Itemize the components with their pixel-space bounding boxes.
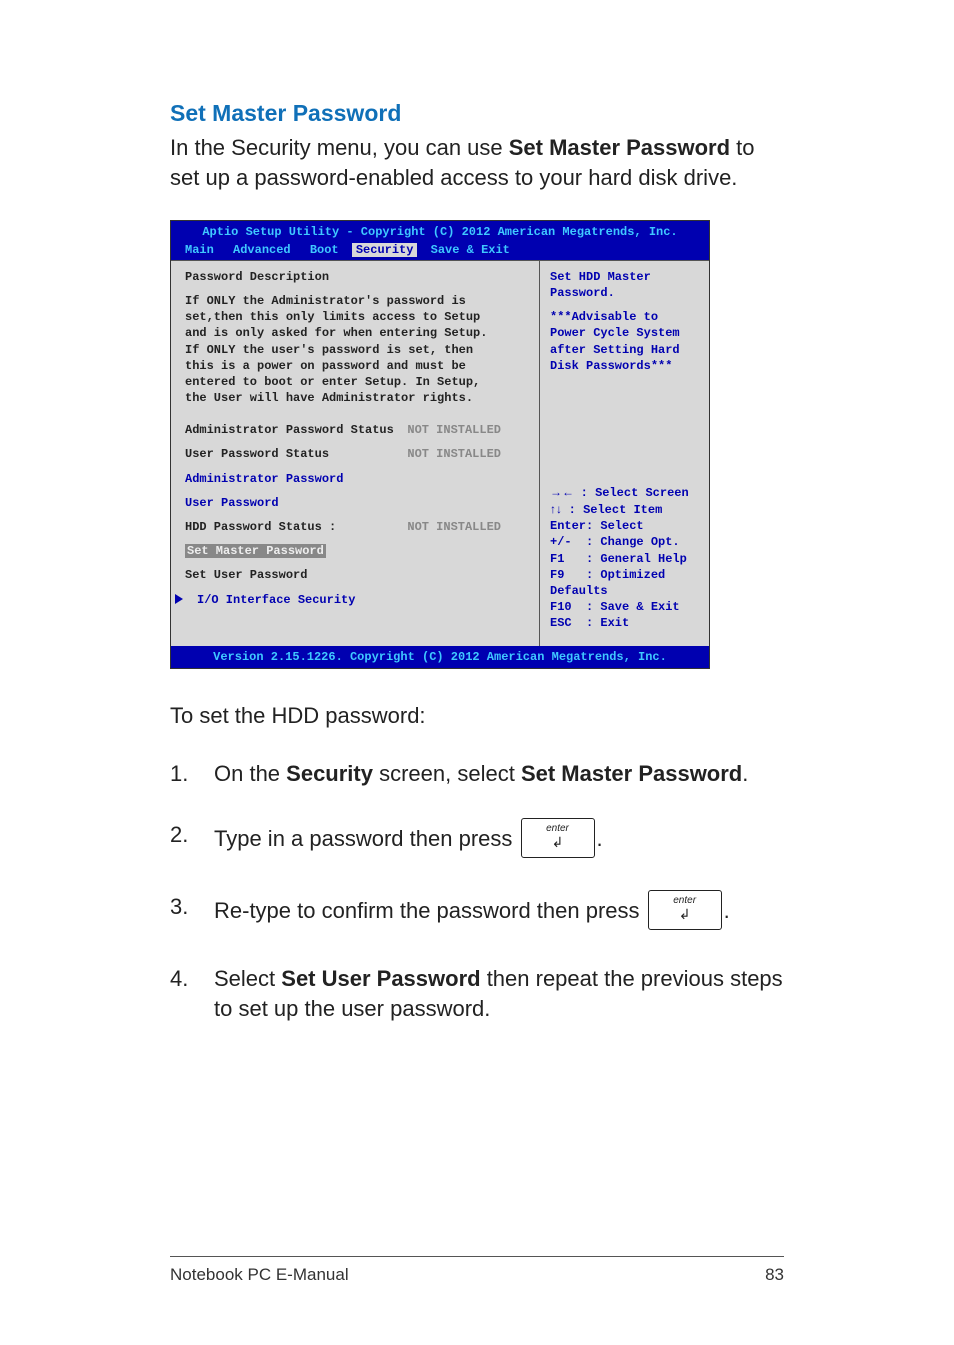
bios-hdd-pwd-status: HDD Password Status : NOT INSTALLED <box>185 519 529 535</box>
intro-paragraph: In the Security menu, you can use Set Ma… <box>170 133 784 192</box>
bios-desc-line: entered to boot or enter Setup. In Setup… <box>185 374 529 390</box>
text: Re-type to confirm the password then pre… <box>214 898 646 923</box>
enter-key-icon: enter ↲ <box>648 890 722 930</box>
text-bold: Set Master Password <box>521 761 742 786</box>
label: Administrator Password Status <box>185 422 394 438</box>
bios-desc-line: If ONLY the Administrator's password is <box>185 293 529 309</box>
bios-help-line: Set HDD Master <box>550 269 701 285</box>
text: On the <box>214 761 286 786</box>
bios-help-line: after Setting Hard <box>550 342 701 358</box>
section-heading: Set Master Password <box>170 100 784 127</box>
bios-tab-save-exit: Save & Exit <box>425 243 516 257</box>
bios-title: Aptio Setup Utility - Copyright (C) 2012… <box>171 221 709 241</box>
enter-key-icon: enter ↲ <box>521 818 595 858</box>
bios-user-pwd-status: User Password Status NOT INSTALLED <box>185 446 529 462</box>
bios-desc-line: this is a power on password and must be <box>185 358 529 374</box>
bios-tab-boot: Boot <box>304 243 345 257</box>
step-number: 4. <box>170 964 214 994</box>
return-arrow-icon: ↲ <box>552 833 564 852</box>
step-number: 1. <box>170 759 214 789</box>
bios-admin-pwd-status: Administrator Password Status NOT INSTAL… <box>185 422 529 438</box>
bios-tabs: Main Advanced Boot Security Save & Exit <box>171 242 709 260</box>
selected-item: Set Master Password <box>185 544 326 558</box>
step-3: 3. Re-type to confirm the password then … <box>170 892 784 932</box>
bios-pwd-desc-head: Password Description <box>185 269 529 285</box>
bios-set-master-pwd: Set Master Password <box>185 543 529 559</box>
triangle-icon <box>175 594 183 604</box>
bios-key-line: +/- : Change Opt. <box>550 534 701 550</box>
text-bold: Security <box>286 761 373 786</box>
io-label: I/O Interface Security <box>197 593 355 607</box>
text: screen, select <box>373 761 521 786</box>
text: Select <box>214 966 281 991</box>
key-desc: : Select Item <box>569 503 663 517</box>
intro-pre: In the Security menu, you can use <box>170 135 509 160</box>
bios-key-line: Enter: Select <box>550 518 701 534</box>
bios-io-security: I/O Interface Security <box>185 592 529 608</box>
bios-help-line: Password. <box>550 285 701 301</box>
page-number: 83 <box>765 1265 784 1285</box>
bios-user-pwd: User Password <box>185 495 529 511</box>
step-number: 3. <box>170 892 214 922</box>
key-desc: : Select Screen <box>581 486 689 500</box>
arrow-icon: →← <box>550 485 581 499</box>
bios-left-pane: Password Description If ONLY the Adminis… <box>171 261 539 646</box>
bios-key-line: ESC : Exit <box>550 615 701 631</box>
bios-screenshot: Aptio Setup Utility - Copyright (C) 2012… <box>170 220 710 668</box>
value: NOT INSTALLED <box>407 422 501 438</box>
bios-key-line: F1 : General Help <box>550 551 701 567</box>
bios-tab-security: Security <box>352 243 418 257</box>
text: . <box>724 898 730 923</box>
text: Type in a password then press <box>214 826 519 851</box>
bios-desc-line: and is only asked for when entering Setu… <box>185 325 529 341</box>
bios-tab-main: Main <box>179 243 220 257</box>
bios-key-line: F9 : Optimized <box>550 567 701 583</box>
step-2: 2. Type in a password then press enter ↲… <box>170 820 784 860</box>
bios-key-line: F10 : Save & Exit <box>550 599 701 615</box>
label: HDD Password Status : <box>185 519 336 535</box>
return-arrow-icon: ↲ <box>679 905 691 924</box>
bios-key-line: →← : Select Screen <box>550 484 701 501</box>
arrow-icon: ↑↓ <box>550 502 569 516</box>
bios-footer: Version 2.15.1226. Copyright (C) 2012 Am… <box>171 646 709 668</box>
bios-tab-advanced: Advanced <box>227 243 297 257</box>
text: . <box>597 826 603 851</box>
step-1: 1. On the Security screen, select Set Ma… <box>170 759 784 789</box>
value: NOT INSTALLED <box>407 519 501 535</box>
footer-title: Notebook PC E-Manual <box>170 1265 349 1285</box>
value: NOT INSTALLED <box>407 446 501 462</box>
bios-admin-pwd: Administrator Password <box>185 471 529 487</box>
page-footer: Notebook PC E-Manual 83 <box>170 1256 784 1285</box>
bios-key-line: Defaults <box>550 583 701 599</box>
bios-set-user-pwd: Set User Password <box>185 567 529 583</box>
bios-help-line: Disk Passwords*** <box>550 358 701 374</box>
step-4: 4. Select Set User Password then repeat … <box>170 964 784 1023</box>
label: User Password Status <box>185 446 329 462</box>
bios-right-pane: Set HDD Master Password. ***Advisable to… <box>539 261 709 646</box>
bios-desc-line: the User will have Administrator rights. <box>185 390 529 406</box>
text: . <box>742 761 748 786</box>
bios-help-line: ***Advisable to <box>550 309 701 325</box>
steps-list: 1. On the Security screen, select Set Ma… <box>170 759 784 1024</box>
intro-bold: Set Master Password <box>509 135 730 160</box>
bios-help-line: Power Cycle System <box>550 325 701 341</box>
bios-key-line: ↑↓ : Select Item <box>550 501 701 518</box>
step-number: 2. <box>170 820 214 850</box>
bios-desc-line: set,then this only limits access to Setu… <box>185 309 529 325</box>
instruction-lead: To set the HDD password: <box>170 703 784 729</box>
bios-desc-line: If ONLY the user's password is set, then <box>185 342 529 358</box>
text-bold: Set User Password <box>281 966 480 991</box>
